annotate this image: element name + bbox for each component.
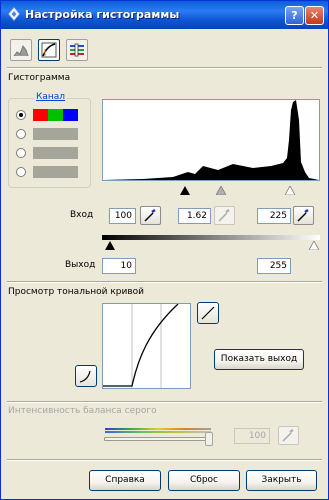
gamma-input-handle[interactable] bbox=[216, 186, 226, 195]
color-balance-mode-button[interactable] bbox=[66, 39, 88, 61]
toolbar-divider bbox=[7, 67, 322, 69]
histogram-icon bbox=[13, 44, 29, 57]
close-title-button[interactable]: ✕ bbox=[305, 6, 324, 25]
histogram-graph bbox=[103, 100, 319, 180]
histogram-section-label: Гистограмма bbox=[8, 73, 71, 83]
highlight-eyedropper-button[interactable] bbox=[293, 206, 314, 225]
histogram-mode-button[interactable] bbox=[10, 39, 32, 61]
gray-balance-field[interactable]: 100 bbox=[234, 428, 270, 444]
channel-swatch-red bbox=[33, 109, 48, 121]
help-button[interactable]: Справка bbox=[89, 470, 161, 491]
output-label: Выход bbox=[65, 260, 96, 270]
color-balance-icon bbox=[70, 43, 84, 57]
close-button[interactable]: Закрыть bbox=[246, 470, 317, 491]
app-icon bbox=[8, 7, 20, 21]
output-max-field[interactable]: 255 bbox=[257, 258, 291, 274]
tone-curve-graph bbox=[103, 303, 179, 388]
input-gamma-field[interactable]: 1.62 bbox=[178, 208, 211, 224]
channel-swatch-green bbox=[48, 109, 63, 121]
eyedropper-icon bbox=[282, 428, 294, 442]
output-max-handle[interactable] bbox=[309, 241, 319, 250]
output-gradient-bar bbox=[102, 235, 320, 240]
histogram-display bbox=[102, 99, 320, 181]
close-icon: ✕ bbox=[309, 9, 320, 22]
gray-balance-eyedropper-button[interactable] bbox=[278, 426, 299, 445]
channel-radio-red[interactable] bbox=[16, 129, 26, 139]
linear-curve-button[interactable] bbox=[197, 302, 219, 324]
channel-radio-rgb[interactable] bbox=[16, 110, 26, 120]
eyedropper-icon bbox=[297, 208, 309, 222]
section-divider bbox=[7, 401, 322, 403]
channel-swatch-disabled bbox=[33, 166, 78, 178]
section-divider bbox=[7, 281, 322, 283]
eyedropper-icon bbox=[218, 208, 230, 222]
gray-balance-slider-thumb[interactable] bbox=[205, 432, 213, 446]
gray-balance-spectrum bbox=[105, 428, 211, 430]
gray-balance-slider-track[interactable] bbox=[104, 437, 212, 441]
input-label: Вход bbox=[70, 210, 94, 220]
linear-curve-icon bbox=[201, 306, 215, 320]
tone-curve-mode-button[interactable] bbox=[38, 39, 60, 61]
show-output-button[interactable]: Показать выход bbox=[214, 349, 304, 370]
channel-group-label: Канал bbox=[34, 92, 68, 102]
histogram-adjustment-window: Настройка гистограммы ? ✕ Гистограмма Ка… bbox=[0, 0, 329, 500]
output-min-field[interactable]: 10 bbox=[102, 258, 136, 274]
curve-preset-icon bbox=[79, 370, 91, 383]
shadow-input-handle[interactable] bbox=[180, 186, 190, 195]
channel-swatch-blue bbox=[63, 109, 78, 121]
window-title: Настройка гистограммы bbox=[25, 8, 180, 21]
input-shadow-field[interactable]: 100 bbox=[109, 208, 136, 224]
gray-balance-spectrum bbox=[105, 431, 211, 433]
tone-curve-label: Просмотр тональной кривой bbox=[8, 287, 145, 297]
channel-radio-green[interactable] bbox=[16, 148, 26, 158]
output-min-handle[interactable] bbox=[105, 241, 115, 250]
highlight-input-handle[interactable] bbox=[285, 186, 295, 195]
help-icon: ? bbox=[291, 9, 298, 22]
gamma-eyedropper-button[interactable] bbox=[214, 206, 235, 225]
channel-swatch-disabled bbox=[33, 147, 78, 159]
tone-curve-icon bbox=[41, 42, 57, 58]
channel-swatch-disabled bbox=[33, 128, 78, 140]
curve-preset-button[interactable] bbox=[75, 365, 97, 387]
channel-radio-blue[interactable] bbox=[16, 167, 26, 177]
input-highlight-field[interactable]: 225 bbox=[257, 208, 291, 224]
eyedropper-icon bbox=[144, 208, 156, 222]
gray-balance-label: Интенсивность баланса серого bbox=[8, 406, 157, 416]
reset-button[interactable]: Сброс bbox=[168, 470, 240, 491]
title-bar: Настройка гистограммы ? ✕ bbox=[1, 1, 328, 29]
shadow-eyedropper-button[interactable] bbox=[140, 206, 161, 225]
section-divider bbox=[7, 459, 322, 461]
tone-curve-display bbox=[102, 303, 191, 389]
help-title-button[interactable]: ? bbox=[285, 6, 304, 25]
